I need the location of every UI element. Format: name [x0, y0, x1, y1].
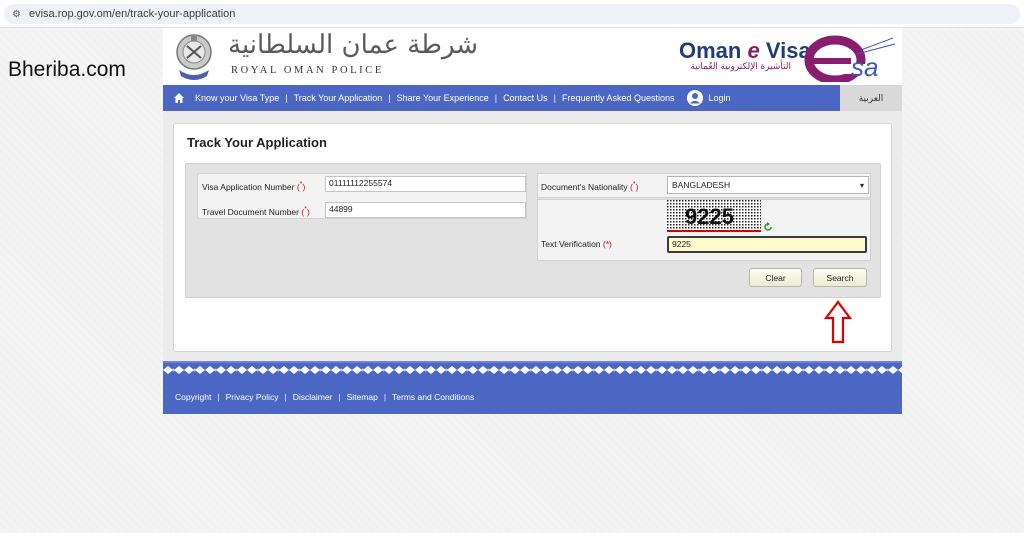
verification-label: Text Verification (*) — [541, 239, 612, 249]
browser-address-bar: ⚙ evisa.rop.gov.om/en/track-your-applica… — [0, 0, 1024, 28]
main-navigation: Know your Visa Type | Track Your Applica… — [163, 85, 902, 111]
travel-doc-label: Travel Document Number (*) — [202, 205, 310, 217]
nav-separator: | — [388, 93, 391, 103]
user-icon[interactable] — [686, 90, 703, 106]
annotation-arrow-up-icon — [824, 300, 852, 344]
nationality-select[interactable]: BANGLADESH ▾ — [667, 176, 869, 194]
footer-privacy-link[interactable]: Privacy Policy — [226, 392, 279, 402]
footer-disclaimer-link[interactable]: Disclaimer — [293, 392, 333, 402]
nav-separator: | — [285, 93, 288, 103]
nav-share-experience[interactable]: Share Your Experience — [397, 93, 489, 103]
captcha-text: 9225 — [685, 204, 734, 229]
verification-field-group: 9225 Text Verification (*) 9225 — [537, 199, 871, 261]
watermark-text: Bheriba.com — [8, 58, 126, 81]
text-verification-input[interactable]: 9225 — [667, 236, 867, 253]
captcha-image: 9225 — [667, 200, 761, 232]
track-application-card: Track Your Application Visa Application … — [173, 123, 892, 352]
site-header: شرطة عمان السلطانية ROYAL OMAN POLICE Om… — [163, 28, 902, 84]
svg-text:sa: sa — [851, 52, 878, 82]
url-text: evisa.rop.gov.om/en/track-your-applicati… — [28, 8, 236, 20]
evisa-arabic-subtitle: التأشيرة الإلكترونية العُمانية — [690, 61, 791, 71]
site-settings-icon[interactable]: ⚙ — [12, 9, 21, 20]
evisa-title-prefix: Oman — [679, 38, 748, 63]
required-marker: (*) — [296, 180, 306, 192]
visa-number-label-text: Visa Application Number — [202, 181, 295, 192]
footer-separator: | — [383, 391, 387, 402]
required-marker: (*) — [602, 239, 612, 249]
url-field[interactable]: ⚙ evisa.rop.gov.om/en/track-your-applica… — [4, 4, 1020, 24]
left-field-group: Visa Application Number (*) 011111122555… — [197, 173, 527, 219]
search-button[interactable]: Search — [813, 268, 867, 287]
nav-faq[interactable]: Frequently Asked Questions — [562, 93, 675, 103]
footer-separator: | — [217, 391, 220, 402]
page-container: شرطة عمان السلطانية ROYAL OMAN POLICE Om… — [163, 28, 902, 414]
nationality-label: Document's Nationality (*) — [541, 180, 639, 192]
site-footer: Copyright | Privacy Policy | Disclaimer … — [163, 379, 902, 414]
evisa-title-e: e — [747, 38, 760, 63]
footer-separator: | — [284, 391, 287, 402]
track-form: Visa Application Number (*) 011111122555… — [185, 163, 881, 298]
nationality-label-text: Document's Nationality — [541, 181, 628, 192]
nav-know-visa-type[interactable]: Know your Visa Type — [195, 93, 279, 103]
footer-separator: | — [338, 391, 341, 402]
nav-track-application[interactable]: Track Your Application — [294, 93, 383, 103]
royal-oman-police-emblem-icon[interactable] — [173, 30, 215, 82]
nav-separator: | — [553, 93, 556, 103]
required-marker: (*) — [630, 180, 639, 192]
visa-number-label: Visa Application Number (*) — [202, 180, 305, 192]
language-toggle-arabic[interactable]: العربية — [840, 85, 902, 111]
verification-label-text: Text Verification — [541, 239, 601, 249]
rop-arabic-title: شرطة عمان السلطانية — [228, 30, 479, 60]
nationality-field-group: Document's Nationality (*) BANGLADESH ▾ — [537, 173, 871, 198]
evisa-logo-icon[interactable]: sa — [797, 34, 897, 82]
travel-document-number-input[interactable]: 44899 — [325, 202, 526, 218]
decorative-pattern-band — [163, 361, 902, 379]
home-icon[interactable] — [173, 92, 185, 104]
required-marker: (*) — [301, 205, 310, 217]
nationality-selected-value: BANGLADESH — [672, 180, 731, 190]
nav-separator: | — [494, 93, 498, 103]
clear-button[interactable]: Clear — [749, 268, 802, 287]
refresh-icon[interactable] — [763, 222, 773, 232]
page-title: Track Your Application — [187, 135, 327, 150]
footer-terms-link[interactable]: Terms and Conditions — [392, 392, 474, 402]
footer-copyright-link[interactable]: Copyright — [175, 392, 211, 402]
nav-login[interactable]: Login — [709, 93, 731, 103]
chevron-down-icon: ▾ — [859, 180, 864, 190]
travel-doc-label-text: Travel Document Number — [202, 206, 299, 217]
footer-sitemap-link[interactable]: Sitemap — [347, 392, 378, 402]
rop-english-title: ROYAL OMAN POLICE — [231, 65, 384, 76]
nav-contact-us[interactable]: Contact Us — [503, 93, 548, 103]
visa-application-number-input[interactable]: 01111112255574 — [325, 176, 526, 192]
